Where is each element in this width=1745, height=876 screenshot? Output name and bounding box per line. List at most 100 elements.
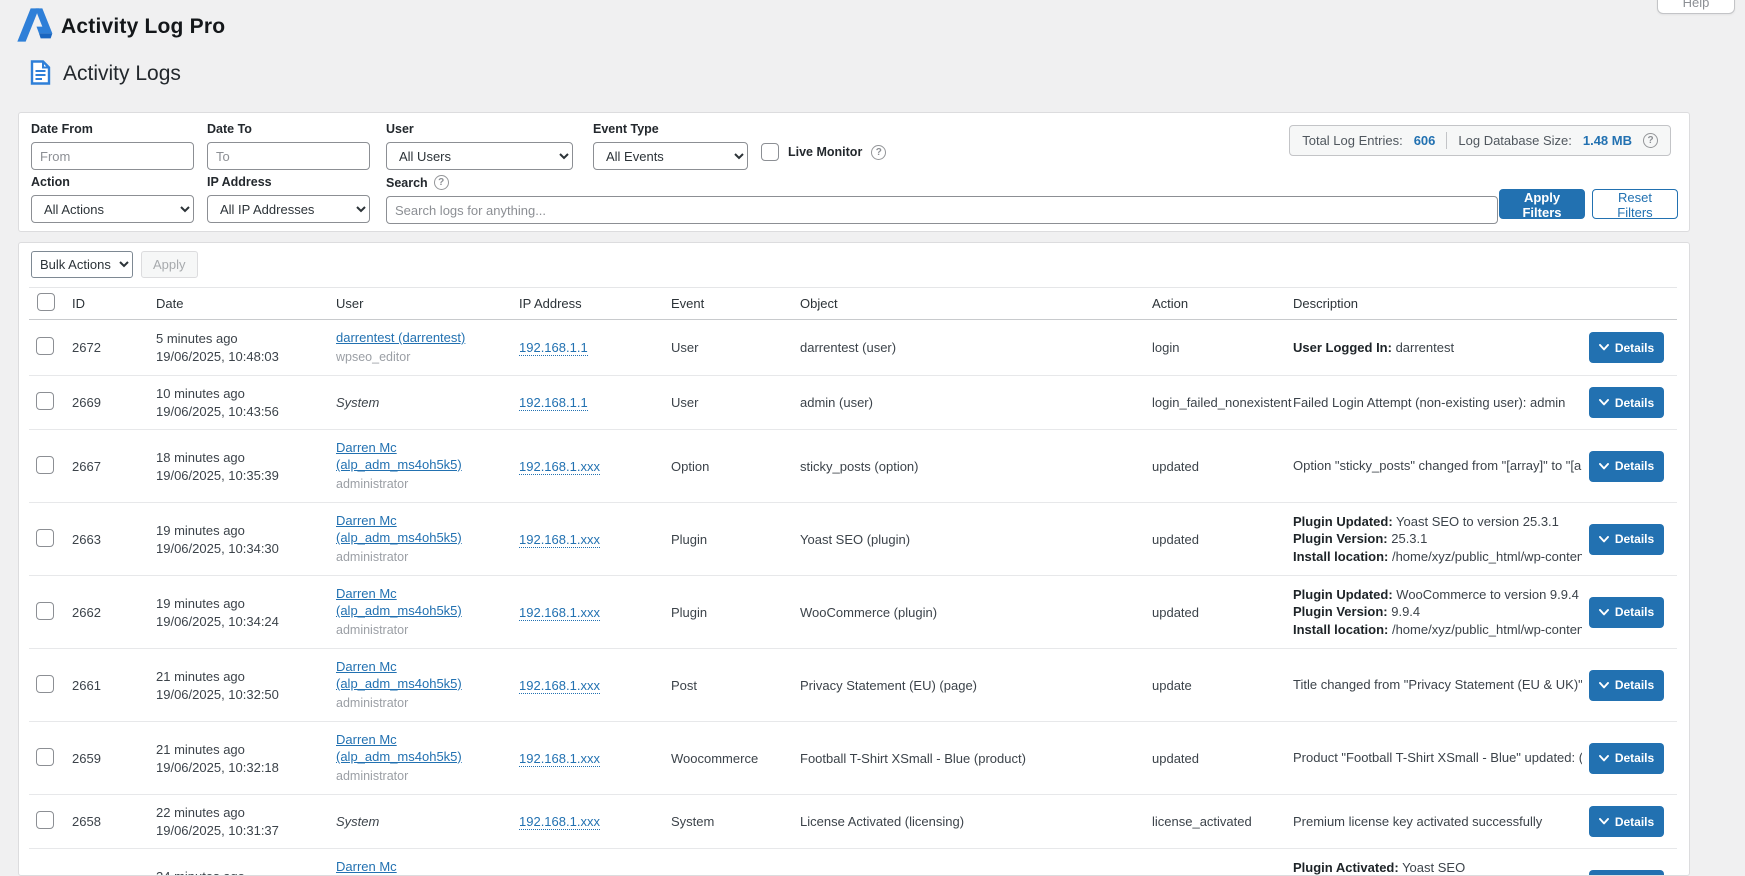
user-link[interactable]: Darren Mc (alp_adm_ms4oh5k5) xyxy=(336,732,462,764)
live-monitor-help-icon[interactable]: ? xyxy=(871,145,886,160)
chevron-down-icon xyxy=(1599,755,1609,762)
log-object: License Activated (licensing) xyxy=(793,814,1145,829)
log-object: Privacy Statement (EU) (page) xyxy=(793,678,1145,693)
live-monitor-label: Live Monitor xyxy=(788,145,862,159)
log-date: 5 minutes ago 19/06/2025, 10:48:03 xyxy=(149,330,329,365)
action-filter-select[interactable]: All Actions xyxy=(31,195,194,223)
select-all-checkbox[interactable] xyxy=(37,293,55,311)
description-line: Plugin Updated: WooCommerce to version 9… xyxy=(1293,586,1582,604)
details-button-label: Details xyxy=(1615,396,1654,410)
log-ip: 192.168.1.xxx xyxy=(512,532,664,547)
log-action: updated xyxy=(1145,751,1286,766)
search-input[interactable] xyxy=(386,196,1498,224)
ip-address-link[interactable]: 192.168.1.1 xyxy=(519,340,588,356)
user-link[interactable]: darrentest (darrentest) xyxy=(336,330,465,345)
row-checkbox[interactable] xyxy=(36,392,54,410)
row-checkbox[interactable] xyxy=(36,748,54,766)
date-to-input[interactable] xyxy=(207,142,370,170)
details-button[interactable]: Details xyxy=(1589,670,1664,701)
date-from-input[interactable] xyxy=(31,142,194,170)
details-button[interactable]: Details xyxy=(1589,743,1664,774)
log-user: Darren Mc (alp_adm_ms4oh5k5)administrato… xyxy=(329,439,512,493)
details-button[interactable]: Details xyxy=(1589,332,1664,363)
log-event: User xyxy=(664,395,793,410)
details-button[interactable]: Details xyxy=(1589,387,1664,418)
log-object: WooCommerce (plugin) xyxy=(793,605,1145,620)
log-object: sticky_posts (option) xyxy=(793,459,1145,474)
ip-address-link[interactable]: 192.168.1.xxx xyxy=(519,532,600,548)
table-row: 2667 18 minutes ago 19/06/2025, 10:35:39… xyxy=(29,430,1677,503)
log-ip: 192.168.1.xxx xyxy=(512,678,664,693)
row-checkbox[interactable] xyxy=(36,811,54,829)
details-button[interactable]: Details xyxy=(1589,524,1664,555)
column-header-user: User xyxy=(329,296,512,311)
user-link[interactable]: Darren Mc (alp_adm_ms4oh5k5) xyxy=(336,586,462,618)
bulk-actions-select[interactable]: Bulk Actions xyxy=(31,251,133,278)
details-button[interactable]: Details xyxy=(1589,451,1664,482)
table-row: 2655 24 minutes ago 19/06/2025, 10:29:37… xyxy=(29,849,1677,876)
details-button[interactable]: Details xyxy=(1589,597,1664,628)
help-button[interactable]: Help xyxy=(1657,0,1735,14)
log-db-size-value: 1.48 MB xyxy=(1583,133,1632,148)
user-link[interactable]: Darren Mc (alp_adm_ms4oh5k5) xyxy=(336,440,462,472)
log-action: updated xyxy=(1145,532,1286,547)
log-id: 2662 xyxy=(65,605,149,620)
log-event: Option xyxy=(664,459,793,474)
user-link[interactable]: Darren Mc (alp_adm_ms4oh5k5) xyxy=(336,859,462,876)
user-link[interactable]: Darren Mc (alp_adm_ms4oh5k5) xyxy=(336,513,462,545)
ip-address-filter-select[interactable]: All IP Addresses xyxy=(207,195,370,223)
search-help-icon[interactable]: ? xyxy=(434,175,449,190)
log-date: 21 minutes ago 19/06/2025, 10:32:50 xyxy=(149,668,329,703)
log-date: 19 minutes ago 19/06/2025, 10:34:30 xyxy=(149,522,329,557)
row-checkbox[interactable] xyxy=(36,602,54,620)
apply-filters-button[interactable]: Apply Filters xyxy=(1499,189,1585,219)
ip-address-link[interactable]: 192.168.1.xxx xyxy=(519,459,600,475)
description-line: Plugin Version: 9.9.4 xyxy=(1293,603,1582,621)
date-absolute: 19/06/2025, 10:34:24 xyxy=(156,613,329,630)
bulk-apply-button[interactable]: Apply xyxy=(141,251,198,278)
reset-filters-button[interactable]: Reset Filters xyxy=(1592,189,1678,219)
db-size-help-icon[interactable]: ? xyxy=(1643,133,1658,148)
ip-address-link[interactable]: 192.168.1.xxx xyxy=(519,751,600,767)
log-user: System xyxy=(329,394,512,411)
ip-address-link[interactable]: 192.168.1.xxx xyxy=(519,605,600,621)
search-label: Search xyxy=(386,176,428,190)
row-checkbox[interactable] xyxy=(36,456,54,474)
log-event: User xyxy=(664,340,793,355)
description-line: Title changed from "Privacy Statement (E… xyxy=(1293,676,1582,694)
description-line: Product "Football T-Shirt XSmall - Blue"… xyxy=(1293,749,1582,767)
details-button-label: Details xyxy=(1615,678,1654,692)
row-checkbox[interactable] xyxy=(36,337,54,355)
log-action: update xyxy=(1145,678,1286,693)
log-action: license_activated xyxy=(1145,814,1286,829)
page-title: Activity Logs xyxy=(63,62,181,86)
row-checkbox[interactable] xyxy=(36,529,54,547)
log-event: Plugin xyxy=(664,532,793,547)
log-user: System xyxy=(329,813,512,830)
log-ip: 192.168.1.1 xyxy=(512,340,664,355)
details-button[interactable]: Details xyxy=(1589,806,1664,837)
user-filter-select[interactable]: All Users xyxy=(386,142,573,170)
ip-address-link[interactable]: 192.168.1.xxx xyxy=(519,678,600,694)
column-header-object: Object xyxy=(793,296,1145,311)
table-row: 2669 10 minutes ago 19/06/2025, 10:43:56… xyxy=(29,376,1677,430)
ip-address-filter-label: IP Address xyxy=(207,175,370,189)
date-absolute: 19/06/2025, 10:35:39 xyxy=(156,467,329,484)
live-monitor-checkbox[interactable] xyxy=(761,143,779,161)
chevron-down-icon xyxy=(1599,463,1609,470)
ip-address-link[interactable]: 192.168.1.xxx xyxy=(519,814,600,830)
row-checkbox[interactable] xyxy=(36,675,54,693)
user-link[interactable]: Darren Mc (alp_adm_ms4oh5k5) xyxy=(336,659,462,691)
event-type-filter-select[interactable]: All Events xyxy=(593,142,748,170)
description-line: Option "sticky_posts" changed from "[arr… xyxy=(1293,457,1582,475)
log-description: Plugin Updated: WooCommerce to version 9… xyxy=(1286,586,1582,639)
log-description: Option "sticky_posts" changed from "[arr… xyxy=(1286,457,1582,475)
log-description: Product "Football T-Shirt XSmall - Blue"… xyxy=(1286,749,1582,767)
details-button-label: Details xyxy=(1615,815,1654,829)
log-ip: 192.168.1.1 xyxy=(512,395,664,410)
user-role: wpseo_editor xyxy=(336,349,512,366)
details-button[interactable]: Details xyxy=(1589,870,1664,876)
ip-address-link[interactable]: 192.168.1.1 xyxy=(519,395,588,411)
activity-log-table-panel: Bulk Actions Apply ID Date User IP Addre… xyxy=(18,242,1690,876)
date-relative: 10 minutes ago xyxy=(156,385,329,402)
